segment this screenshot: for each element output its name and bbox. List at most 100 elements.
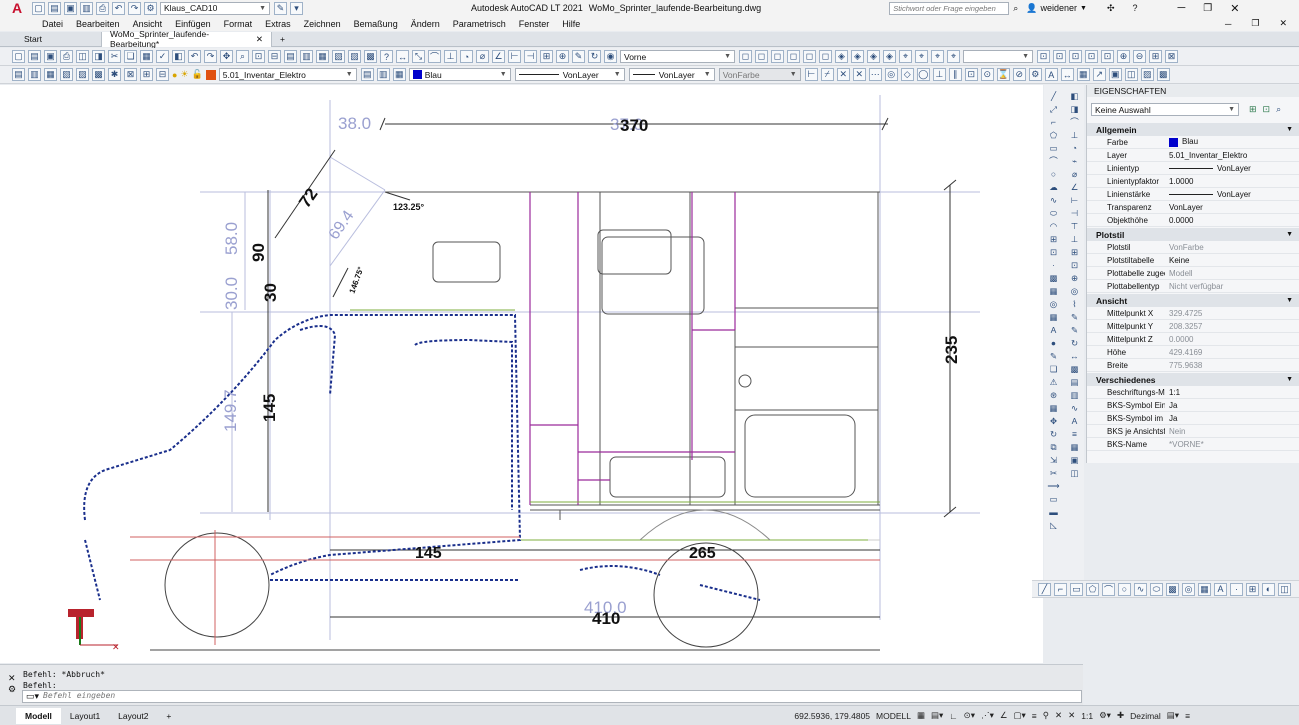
stretch-icon[interactable]: ⇲ <box>1046 454 1061 466</box>
dynamic-input-icon[interactable]: ⚲ <box>1043 710 1049 721</box>
dim-aligned-icon[interactable]: ⤡ <box>412 50 425 63</box>
properties-icon[interactable]: ▤ <box>284 50 297 63</box>
select-objects-icon[interactable]: ⊡ <box>1263 104 1271 115</box>
layer-off-icon[interactable]: ▩ <box>92 68 105 81</box>
edit-polyline-icon[interactable]: ▥ <box>1067 389 1082 401</box>
property-row[interactable]: Transparenz VonLayer <box>1087 201 1299 214</box>
property-row[interactable]: Beschriftungs-Ma... 1:1 <box>1087 386 1299 399</box>
drawing-canvas[interactable]: ✕ 38.0 37.0 370 72 69.4 123.25° 146.75° … <box>0 85 1043 663</box>
dim-text-edit-icon[interactable]: ✎ <box>1067 324 1082 336</box>
arc-icon[interactable]: ⌒ <box>1046 155 1061 167</box>
extend-icon[interactable]: ⟶ <box>1046 480 1061 492</box>
menu-einfuegen[interactable]: Einfügen <box>175 19 211 29</box>
ellipse-icon[interactable]: ⬭ <box>1046 207 1061 219</box>
dim-ordinate-icon[interactable]: ⊥ <box>444 50 457 63</box>
property-row[interactable]: BKS-Name *VORNE* <box>1087 438 1299 451</box>
move-icon[interactable]: ✥ <box>1046 415 1061 427</box>
snap-perpendicular-icon[interactable]: ⊥ <box>932 68 946 81</box>
command-prompt-icon[interactable]: ▭▾ <box>26 691 39 702</box>
draw-polyline-icon[interactable]: ⌐ <box>1054 582 1067 596</box>
workspace-select[interactable]: Klaus_CAD10 ▼ <box>160 1 270 15</box>
dim-arc-icon[interactable]: ⌒ <box>1067 116 1082 128</box>
property-row[interactable]: BKS-Symbol im Ur... Ja <box>1087 412 1299 425</box>
polygon-icon[interactable]: ⬠ <box>1046 129 1061 141</box>
menu-datei[interactable]: Datei <box>42 19 63 29</box>
property-row[interactable]: Linientypfaktor 1.0000 <box>1087 175 1299 188</box>
inspect-icon[interactable]: ◎ <box>1067 285 1082 297</box>
match-properties-icon[interactable]: ✓ <box>156 50 169 63</box>
add-selected-icon[interactable]: ● <box>1046 337 1061 349</box>
print-icon[interactable]: ⎙ <box>96 1 109 15</box>
snap-intersection-icon[interactable]: ✕ <box>836 68 850 81</box>
color-select[interactable]: Blau ▼ <box>408 68 511 81</box>
text-style-icon[interactable]: A <box>1044 68 1058 81</box>
draw-ellipse-icon[interactable]: ⬭ <box>1150 582 1163 596</box>
undo-icon[interactable]: ↶ <box>112 1 125 15</box>
snap-settings-icon[interactable]: ⚙ <box>1028 68 1042 81</box>
snap-quadrant-icon[interactable]: ◇ <box>900 68 914 81</box>
dim-arc-icon[interactable]: ⌒ <box>428 50 441 63</box>
property-value[interactable]: Ja <box>1165 414 1299 423</box>
plotstyle-select[interactable]: VonFarbe ▼ <box>718 68 801 81</box>
linetype-select[interactable]: VonLayer ▼ <box>514 68 625 81</box>
property-value[interactable]: VonLayer <box>1165 164 1299 173</box>
menu-aendern[interactable]: Ändern <box>411 19 440 29</box>
layer-change-icon[interactable]: ⊟ <box>156 68 169 81</box>
layer-unlock-icon[interactable]: 🔓 <box>192 69 203 80</box>
zoom-center-icon[interactable]: ⊡ <box>1085 50 1098 63</box>
view-select[interactable]: Vorne ▼ <box>620 50 735 63</box>
dim-baseline-icon[interactable]: ⊢ <box>508 50 521 63</box>
layout-tab-model[interactable]: Modell <box>16 707 61 724</box>
view-back-icon[interactable]: ◻ <box>819 50 832 63</box>
property-value[interactable]: Modell <box>1165 269 1299 278</box>
preview-icon[interactable]: ◫ <box>76 50 89 63</box>
dim-edit-icon[interactable]: ✎ <box>572 50 585 63</box>
zoom-window2-icon[interactable]: ⊡ <box>1037 50 1050 63</box>
property-row[interactable]: Mittelpunkt Y 208.3257 <box>1087 320 1299 333</box>
help-icon[interactable]: ? <box>380 50 393 63</box>
doc-close-icon[interactable]: ✕ <box>1279 18 1287 29</box>
plot-icon[interactable]: ⎙ <box>60 50 73 63</box>
make-current-icon[interactable]: ▤ <box>360 68 374 81</box>
grid-icon[interactable]: ▦ <box>917 710 925 721</box>
help-search-input[interactable]: Stichwort oder Frage eingeben <box>889 1 1010 15</box>
doc-restore-icon[interactable]: ❐ <box>1251 18 1259 29</box>
tab-start[interactable]: Start <box>16 31 102 47</box>
polyline-icon[interactable]: ⌐ <box>1046 116 1061 128</box>
property-value[interactable]: Blau <box>1165 137 1299 147</box>
chamfer-icon[interactable]: ◺ <box>1046 519 1061 531</box>
dim-angular-icon[interactable]: ∠ <box>1067 181 1082 193</box>
layer-lock-icon[interactable]: ⊠ <box>124 68 137 81</box>
hatch-icon[interactable]: ▩ <box>1046 272 1061 284</box>
chevron-down-icon[interactable]: ▼ <box>1080 5 1087 12</box>
property-row[interactable]: Linienstärke VonLayer <box>1087 188 1299 201</box>
edit-xref-icon[interactable]: ◫ <box>1067 467 1082 479</box>
quick-select-icon[interactable]: ⌕ <box>1276 104 1281 115</box>
ucs-previous-icon[interactable]: ⌖ <box>931 50 944 63</box>
calculator-icon[interactable]: ▩ <box>364 50 377 63</box>
command-input[interactable]: Befehl eingeben <box>22 690 1082 703</box>
menu-fenster[interactable]: Fenster <box>519 19 550 29</box>
draw-table-icon[interactable]: ▦ <box>1198 582 1211 596</box>
property-row[interactable]: Plottabellentyp Nicht verfügbar <box>1087 280 1299 293</box>
dim-update-icon[interactable]: ↻ <box>588 50 601 63</box>
property-value[interactable]: *VORNE* <box>1165 440 1299 449</box>
snap-center-icon[interactable]: ◎ <box>884 68 898 81</box>
toggle-pickadd-icon[interactable]: ⊞ <box>1249 104 1257 115</box>
property-value[interactable]: Keine <box>1165 256 1299 265</box>
property-row[interactable]: BKS-Symbol Ein Ja <box>1087 399 1299 412</box>
zoom-all-icon[interactable]: ⊞ <box>1149 50 1162 63</box>
dim-radius-icon[interactable]: ◔ <box>1067 142 1082 154</box>
snap-nearest-icon[interactable]: ⌛ <box>996 68 1010 81</box>
layer-freeze-icon[interactable]: ✱ <box>108 68 121 81</box>
draw-boundary-icon[interactable]: ◫ <box>1278 582 1291 596</box>
snap-extension-icon[interactable]: ⋯ <box>868 68 882 81</box>
draw-region-icon[interactable]: ◎ <box>1182 582 1195 596</box>
draw-gradient-icon[interactable]: ◐ <box>1262 582 1275 596</box>
restore-icon[interactable]: ❐ <box>1203 3 1212 14</box>
redo-icon[interactable]: ↷ <box>128 1 141 15</box>
ucs-origin-icon[interactable]: ⌖ <box>947 50 960 63</box>
property-row[interactable]: BKS je Ansichtsfen... Nein <box>1087 425 1299 438</box>
ellipse-arc-icon[interactable]: ◠ <box>1046 220 1061 232</box>
close-icon[interactable]: ✕ <box>256 34 263 45</box>
